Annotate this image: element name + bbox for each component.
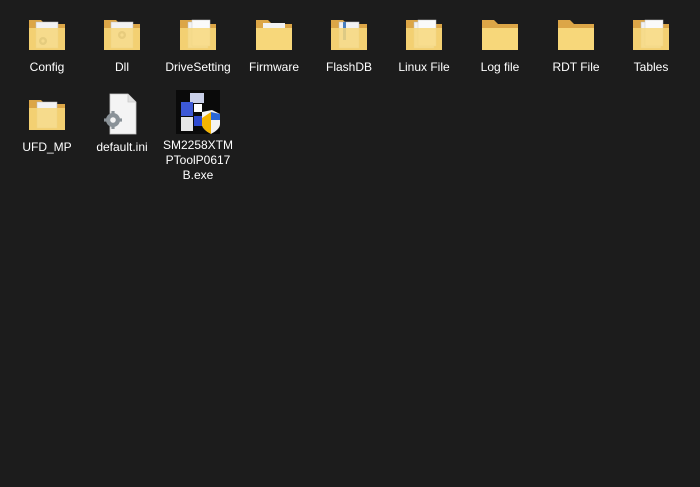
folder-dll[interactable]: Dll bbox=[84, 10, 160, 75]
file-label: Linux File bbox=[398, 60, 450, 74]
folder-with-documents-icon bbox=[400, 10, 448, 58]
folder-log-file[interactable]: Log file bbox=[462, 10, 538, 75]
file-sm2258x-exe[interactable]: SM2258XTMPToolP0617B.exe bbox=[160, 88, 236, 183]
file-label: UFD_MP bbox=[22, 140, 72, 154]
folder-flashdb[interactable]: FlashDB bbox=[311, 10, 387, 75]
folder-icon bbox=[476, 10, 524, 58]
settings-file-icon bbox=[98, 90, 146, 138]
file-label: Config bbox=[29, 60, 65, 74]
folder-with-documents-icon bbox=[23, 90, 71, 138]
file-label: FlashDB bbox=[325, 60, 372, 74]
folder-icon bbox=[250, 10, 298, 58]
application-icon bbox=[174, 88, 222, 136]
file-label: Dll bbox=[115, 60, 129, 74]
file-label: SM2258XTMPToolP0617B.exe bbox=[162, 138, 234, 182]
file-label: default.ini bbox=[96, 140, 148, 154]
folder-rdt-file[interactable]: RDT File bbox=[538, 10, 614, 75]
folder-with-documents-icon bbox=[174, 10, 222, 58]
file-label: Log file bbox=[480, 60, 520, 74]
folder-linux-file[interactable]: Linux File bbox=[386, 10, 462, 75]
file-default-ini[interactable]: default.ini bbox=[84, 90, 160, 155]
folder-tables[interactable]: Tables bbox=[613, 10, 689, 75]
folder-with-documents-icon bbox=[627, 10, 675, 58]
file-explorer-view[interactable]: Config Dll DriveSetting Firmware FlashDB… bbox=[0, 0, 700, 487]
file-label: Tables bbox=[633, 60, 669, 74]
folder-with-gear-icon bbox=[23, 10, 71, 58]
file-label: Firmware bbox=[249, 60, 299, 74]
folder-config[interactable]: Config bbox=[9, 10, 85, 75]
folder-firmware[interactable]: Firmware bbox=[236, 10, 312, 75]
folder-with-documents-icon bbox=[325, 10, 373, 58]
folder-ufd-mp[interactable]: UFD_MP bbox=[9, 90, 85, 155]
folder-with-gear-icon bbox=[98, 10, 146, 58]
folder-icon bbox=[552, 10, 600, 58]
file-label: DriveSetting bbox=[165, 60, 231, 74]
folder-drivesetting[interactable]: DriveSetting bbox=[160, 10, 236, 75]
file-label: RDT File bbox=[552, 60, 600, 74]
